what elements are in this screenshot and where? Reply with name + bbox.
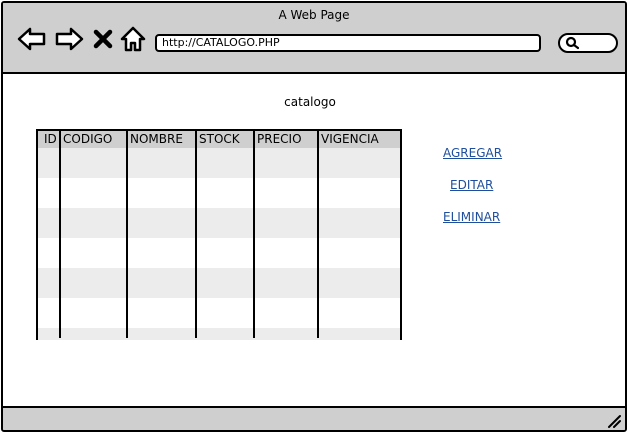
forward-arrow-icon[interactable] — [54, 25, 84, 53]
close-icon[interactable] — [91, 25, 115, 53]
status-bar — [3, 406, 625, 430]
column-header-codigo[interactable]: CODIGO — [63, 132, 112, 146]
edit-link[interactable]: EDITAR — [450, 178, 493, 192]
column-header-vigencia[interactable]: VIGENCIA — [321, 132, 379, 146]
column-header-precio[interactable]: PRECIO — [257, 132, 302, 146]
column-divider — [317, 131, 319, 338]
table-row[interactable] — [38, 148, 400, 178]
column-divider — [126, 131, 128, 338]
search-box[interactable] — [558, 33, 618, 53]
catalog-table[interactable]: ID CODIGO NOMBRE STOCK PRECIO VIGENCIA — [36, 129, 402, 340]
add-link[interactable]: AGREGAR — [443, 146, 502, 160]
table-row[interactable] — [38, 328, 400, 340]
page-title: catalogo — [284, 95, 336, 109]
table-row[interactable] — [38, 268, 400, 298]
search-icon — [565, 36, 579, 50]
column-header-nombre[interactable]: NOMBRE — [130, 132, 183, 146]
address-bar[interactable]: http://CATALOGO.PHP — [155, 34, 541, 52]
column-divider — [195, 131, 197, 338]
column-header-id[interactable]: ID — [44, 132, 57, 146]
table-row[interactable] — [38, 208, 400, 238]
column-header-stock[interactable]: STOCK — [199, 132, 240, 146]
column-divider — [253, 131, 255, 338]
window-title: A Web Page — [278, 8, 350, 22]
browser-chrome: A Web Page http://CATALOGO.PHP — [3, 3, 625, 74]
back-arrow-icon[interactable] — [17, 25, 47, 53]
home-icon[interactable] — [119, 25, 147, 53]
column-divider — [59, 131, 61, 338]
resize-handle-icon[interactable] — [605, 412, 621, 428]
delete-link[interactable]: ELIMINAR — [443, 210, 500, 224]
browser-window: A Web Page http://CATALOGO.PHP catalogo … — [1, 1, 627, 432]
